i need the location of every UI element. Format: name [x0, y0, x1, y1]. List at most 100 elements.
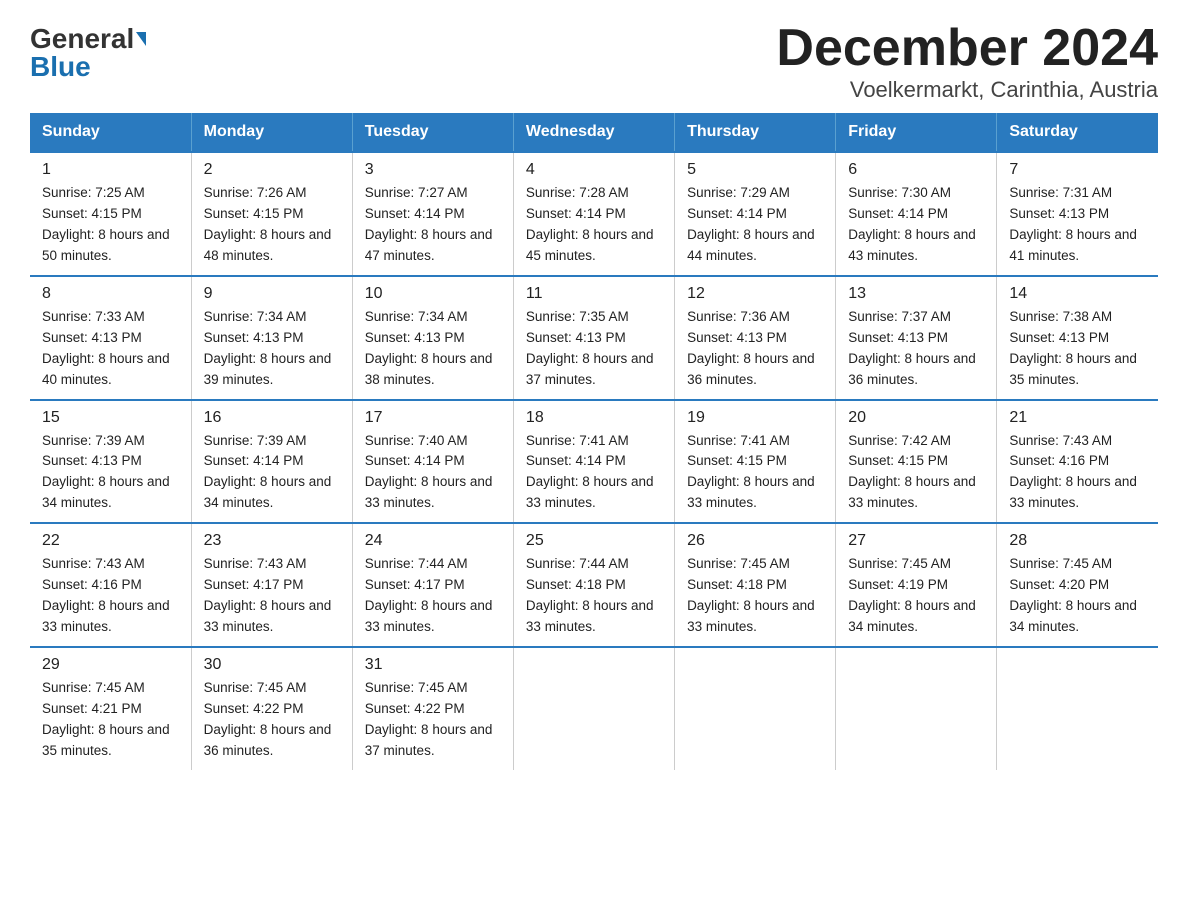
calendar-table: SundayMondayTuesdayWednesdayThursdayFrid…: [30, 113, 1158, 769]
weekday-header: Wednesday: [513, 113, 674, 152]
day-number: 23: [204, 532, 340, 550]
day-info: Sunrise: 7:43 AMSunset: 4:17 PMDaylight:…: [204, 556, 332, 634]
day-number: 4: [526, 161, 662, 179]
day-info: Sunrise: 7:34 AMSunset: 4:13 PMDaylight:…: [204, 309, 332, 387]
day-number: 10: [365, 285, 501, 303]
calendar-cell: 31 Sunrise: 7:45 AMSunset: 4:22 PMDaylig…: [352, 647, 513, 770]
day-number: 19: [687, 409, 823, 427]
day-info: Sunrise: 7:25 AMSunset: 4:15 PMDaylight:…: [42, 185, 170, 263]
weekday-header: Tuesday: [352, 113, 513, 152]
day-number: 24: [365, 532, 501, 550]
calendar-cell: 19 Sunrise: 7:41 AMSunset: 4:15 PMDaylig…: [675, 400, 836, 524]
calendar-cell: 1 Sunrise: 7:25 AMSunset: 4:15 PMDayligh…: [30, 152, 191, 276]
day-info: Sunrise: 7:45 AMSunset: 4:20 PMDaylight:…: [1009, 556, 1137, 634]
calendar-cell: 29 Sunrise: 7:45 AMSunset: 4:21 PMDaylig…: [30, 647, 191, 770]
day-info: Sunrise: 7:40 AMSunset: 4:14 PMDaylight:…: [365, 433, 493, 511]
logo: General Blue: [30, 20, 146, 81]
calendar-cell: 23 Sunrise: 7:43 AMSunset: 4:17 PMDaylig…: [191, 523, 352, 647]
calendar-week-row: 22 Sunrise: 7:43 AMSunset: 4:16 PMDaylig…: [30, 523, 1158, 647]
calendar-cell: 16 Sunrise: 7:39 AMSunset: 4:14 PMDaylig…: [191, 400, 352, 524]
day-info: Sunrise: 7:31 AMSunset: 4:13 PMDaylight:…: [1009, 185, 1137, 263]
day-number: 26: [687, 532, 823, 550]
logo-blue: Blue: [30, 53, 91, 81]
calendar-cell: 30 Sunrise: 7:45 AMSunset: 4:22 PMDaylig…: [191, 647, 352, 770]
day-number: 21: [1009, 409, 1146, 427]
page-title: December 2024: [776, 20, 1158, 77]
day-info: Sunrise: 7:44 AMSunset: 4:18 PMDaylight:…: [526, 556, 654, 634]
day-info: Sunrise: 7:37 AMSunset: 4:13 PMDaylight:…: [848, 309, 976, 387]
calendar-cell: 2 Sunrise: 7:26 AMSunset: 4:15 PMDayligh…: [191, 152, 352, 276]
day-number: 20: [848, 409, 984, 427]
calendar-cell: 26 Sunrise: 7:45 AMSunset: 4:18 PMDaylig…: [675, 523, 836, 647]
day-number: 28: [1009, 532, 1146, 550]
day-number: 25: [526, 532, 662, 550]
calendar-cell: 13 Sunrise: 7:37 AMSunset: 4:13 PMDaylig…: [836, 276, 997, 400]
calendar-cell: 9 Sunrise: 7:34 AMSunset: 4:13 PMDayligh…: [191, 276, 352, 400]
day-number: 1: [42, 161, 179, 179]
calendar-cell: 25 Sunrise: 7:44 AMSunset: 4:18 PMDaylig…: [513, 523, 674, 647]
logo-general: General: [30, 25, 134, 53]
day-info: Sunrise: 7:39 AMSunset: 4:14 PMDaylight:…: [204, 433, 332, 511]
day-info: Sunrise: 7:38 AMSunset: 4:13 PMDaylight:…: [1009, 309, 1137, 387]
day-info: Sunrise: 7:45 AMSunset: 4:22 PMDaylight:…: [365, 680, 493, 758]
weekday-header: Saturday: [997, 113, 1158, 152]
calendar-cell: [513, 647, 674, 770]
calendar-cell: 28 Sunrise: 7:45 AMSunset: 4:20 PMDaylig…: [997, 523, 1158, 647]
calendar-cell: 15 Sunrise: 7:39 AMSunset: 4:13 PMDaylig…: [30, 400, 191, 524]
calendar-week-row: 8 Sunrise: 7:33 AMSunset: 4:13 PMDayligh…: [30, 276, 1158, 400]
weekday-header: Monday: [191, 113, 352, 152]
day-number: 15: [42, 409, 179, 427]
calendar-cell: 21 Sunrise: 7:43 AMSunset: 4:16 PMDaylig…: [997, 400, 1158, 524]
calendar-cell: 5 Sunrise: 7:29 AMSunset: 4:14 PMDayligh…: [675, 152, 836, 276]
weekday-header: Friday: [836, 113, 997, 152]
calendar-cell: 20 Sunrise: 7:42 AMSunset: 4:15 PMDaylig…: [836, 400, 997, 524]
day-info: Sunrise: 7:34 AMSunset: 4:13 PMDaylight:…: [365, 309, 493, 387]
day-number: 30: [204, 656, 340, 674]
day-info: Sunrise: 7:43 AMSunset: 4:16 PMDaylight:…: [42, 556, 170, 634]
day-info: Sunrise: 7:41 AMSunset: 4:14 PMDaylight:…: [526, 433, 654, 511]
day-number: 22: [42, 532, 179, 550]
day-number: 12: [687, 285, 823, 303]
day-info: Sunrise: 7:42 AMSunset: 4:15 PMDaylight:…: [848, 433, 976, 511]
day-number: 3: [365, 161, 501, 179]
page-header: General Blue December 2024 Voelkermarkt,…: [30, 20, 1158, 103]
calendar-week-row: 15 Sunrise: 7:39 AMSunset: 4:13 PMDaylig…: [30, 400, 1158, 524]
day-info: Sunrise: 7:28 AMSunset: 4:14 PMDaylight:…: [526, 185, 654, 263]
calendar-cell: 18 Sunrise: 7:41 AMSunset: 4:14 PMDaylig…: [513, 400, 674, 524]
day-number: 29: [42, 656, 179, 674]
day-number: 9: [204, 285, 340, 303]
calendar-cell: 24 Sunrise: 7:44 AMSunset: 4:17 PMDaylig…: [352, 523, 513, 647]
day-info: Sunrise: 7:26 AMSunset: 4:15 PMDaylight:…: [204, 185, 332, 263]
day-info: Sunrise: 7:45 AMSunset: 4:19 PMDaylight:…: [848, 556, 976, 634]
calendar-cell: [675, 647, 836, 770]
day-number: 11: [526, 285, 662, 303]
day-info: Sunrise: 7:45 AMSunset: 4:22 PMDaylight:…: [204, 680, 332, 758]
title-block: December 2024 Voelkermarkt, Carinthia, A…: [776, 20, 1158, 103]
day-info: Sunrise: 7:27 AMSunset: 4:14 PMDaylight:…: [365, 185, 493, 263]
day-info: Sunrise: 7:36 AMSunset: 4:13 PMDaylight:…: [687, 309, 815, 387]
day-number: 8: [42, 285, 179, 303]
calendar-cell: 27 Sunrise: 7:45 AMSunset: 4:19 PMDaylig…: [836, 523, 997, 647]
calendar-week-row: 29 Sunrise: 7:45 AMSunset: 4:21 PMDaylig…: [30, 647, 1158, 770]
day-number: 5: [687, 161, 823, 179]
day-info: Sunrise: 7:29 AMSunset: 4:14 PMDaylight:…: [687, 185, 815, 263]
calendar-cell: 10 Sunrise: 7:34 AMSunset: 4:13 PMDaylig…: [352, 276, 513, 400]
day-info: Sunrise: 7:35 AMSunset: 4:13 PMDaylight:…: [526, 309, 654, 387]
page-subtitle: Voelkermarkt, Carinthia, Austria: [776, 77, 1158, 103]
logo-triangle-icon: [136, 32, 146, 46]
day-info: Sunrise: 7:30 AMSunset: 4:14 PMDaylight:…: [848, 185, 976, 263]
calendar-cell: 14 Sunrise: 7:38 AMSunset: 4:13 PMDaylig…: [997, 276, 1158, 400]
calendar-cell: 7 Sunrise: 7:31 AMSunset: 4:13 PMDayligh…: [997, 152, 1158, 276]
calendar-cell: 8 Sunrise: 7:33 AMSunset: 4:13 PMDayligh…: [30, 276, 191, 400]
calendar-header-row: SundayMondayTuesdayWednesdayThursdayFrid…: [30, 113, 1158, 152]
calendar-cell: [997, 647, 1158, 770]
calendar-cell: 17 Sunrise: 7:40 AMSunset: 4:14 PMDaylig…: [352, 400, 513, 524]
day-number: 17: [365, 409, 501, 427]
day-number: 31: [365, 656, 501, 674]
calendar-cell: [836, 647, 997, 770]
day-number: 2: [204, 161, 340, 179]
calendar-cell: 12 Sunrise: 7:36 AMSunset: 4:13 PMDaylig…: [675, 276, 836, 400]
calendar-cell: 4 Sunrise: 7:28 AMSunset: 4:14 PMDayligh…: [513, 152, 674, 276]
weekday-header: Thursday: [675, 113, 836, 152]
day-number: 14: [1009, 285, 1146, 303]
